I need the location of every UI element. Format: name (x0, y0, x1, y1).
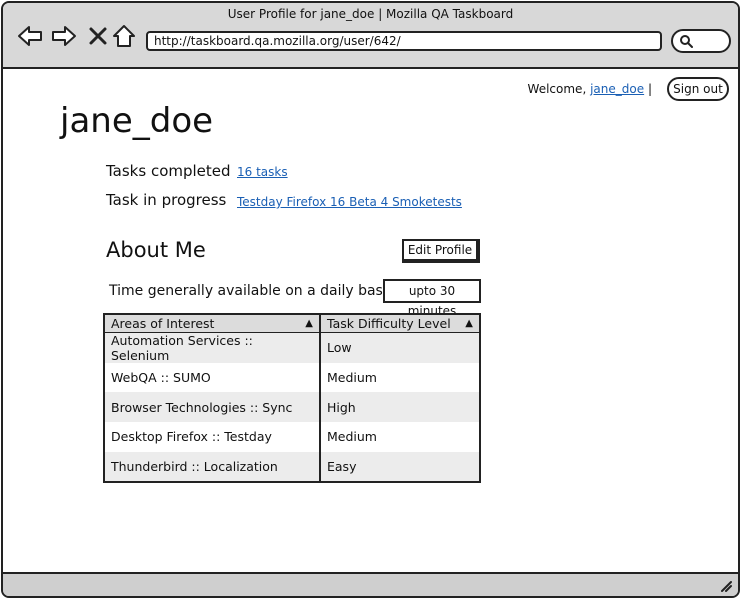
back-arrow-icon[interactable] (17, 23, 43, 49)
area-cell: Browser Technologies :: Sync (104, 392, 321, 423)
table-row[interactable]: Automation Services :: Selenium Low (104, 332, 480, 363)
column-header-difficulty[interactable]: Task Difficulty Level ▲ (320, 314, 480, 333)
area-cell: Desktop Firefox :: Testday (104, 422, 321, 452)
sort-ascending-icon[interactable]: ▲ (465, 318, 473, 329)
home-icon[interactable] (111, 23, 137, 49)
area-cell: Automation Services :: Selenium (104, 332, 321, 363)
column-header-label: Areas of Interest (111, 315, 215, 331)
username-link[interactable]: jane_doe (590, 82, 644, 96)
table-row[interactable]: Desktop Firefox :: Testday Medium (104, 422, 480, 452)
difficulty-cell: Medium (327, 429, 377, 445)
task-in-progress-label: Task in progress (106, 191, 227, 209)
interests-table: Areas of Interest ▲ Task Difficulty Leve… (103, 313, 481, 483)
difficulty-cell: Medium (327, 369, 377, 385)
search-input[interactable] (671, 29, 731, 53)
forward-arrow-icon[interactable] (51, 23, 77, 49)
column-header-areas[interactable]: Areas of Interest ▲ (104, 314, 321, 333)
status-bar (3, 572, 738, 596)
browser-toolbar: User Profile for jane_doe | Mozilla QA T… (3, 3, 738, 69)
window-title: User Profile for jane_doe | Mozilla QA T… (227, 7, 514, 21)
table-row[interactable]: Thunderbird :: Localization Easy (104, 451, 480, 482)
close-icon[interactable] (85, 23, 111, 49)
welcome-separator: | (647, 82, 652, 96)
difficulty-cell: High (320, 392, 480, 423)
table-row[interactable]: Browser Technologies :: Sync High (104, 392, 480, 423)
search-icon (680, 35, 693, 48)
browser-window: User Profile for jane_doe | Mozilla QA T… (1, 1, 740, 598)
welcome-prefix: Welcome, (527, 82, 587, 96)
sort-ascending-icon[interactable]: ▲ (305, 318, 313, 329)
difficulty-cell: Easy (320, 451, 480, 482)
table-row[interactable]: WebQA :: SUMO Medium (104, 362, 480, 393)
task-in-progress-link[interactable]: Testday Firefox 16 Beta 4 Smoketests (237, 195, 462, 209)
sign-out-button[interactable]: Sign out (667, 77, 729, 101)
address-bar[interactable]: http://taskboard.qa.mozilla.org/user/642… (146, 31, 662, 51)
about-me-heading: About Me (106, 238, 206, 262)
area-cell: Thunderbird :: Localization (104, 451, 321, 482)
edit-profile-button[interactable]: Edit Profile (402, 239, 480, 263)
page-title: jane_doe (60, 101, 214, 141)
tasks-completed-label: Tasks completed (106, 162, 231, 180)
tasks-completed-link[interactable]: 16 tasks (237, 165, 288, 179)
column-header-label: Task Difficulty Level (327, 315, 451, 331)
resize-grip-icon[interactable] (718, 578, 732, 592)
availability-select[interactable]: upto 30 minutes (383, 279, 481, 318)
difficulty-cell: Low (320, 332, 480, 363)
area-cell: WebQA :: SUMO (104, 362, 321, 393)
welcome-message: Welcome, jane_doe | (528, 82, 652, 96)
availability-label: Time generally available on a daily basi… (109, 283, 395, 299)
